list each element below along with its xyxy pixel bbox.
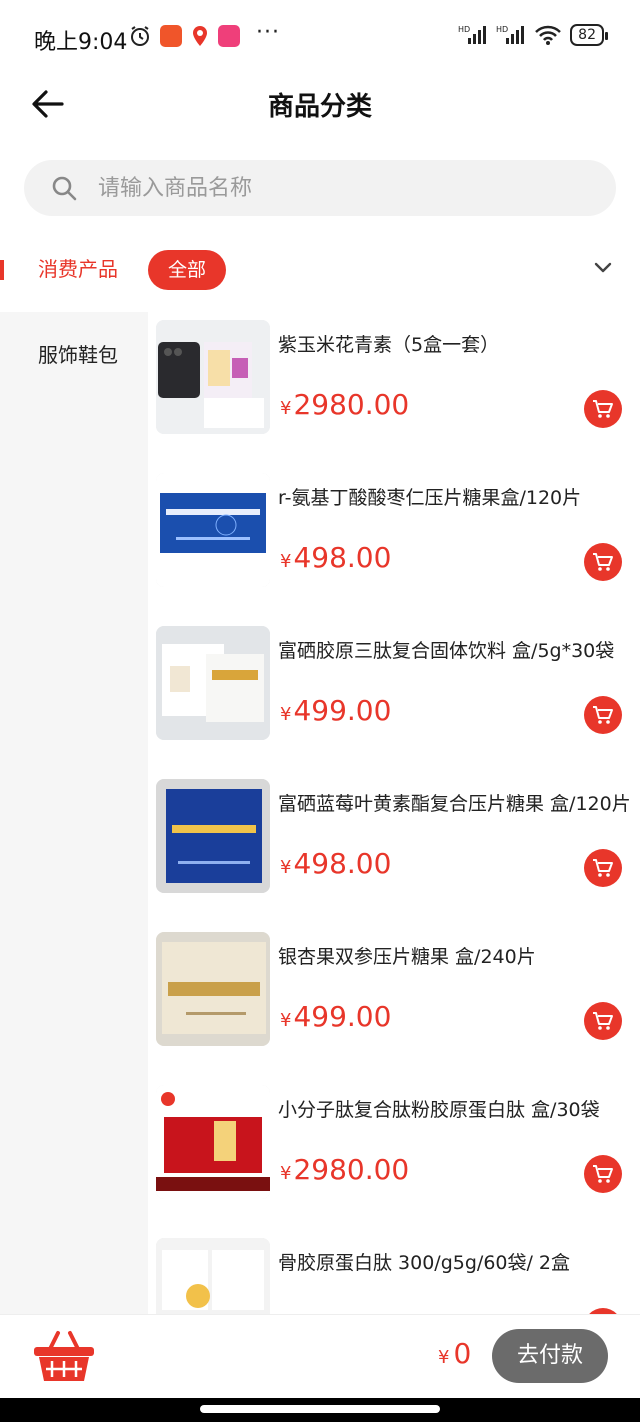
product-price: ¥498.00	[280, 541, 391, 574]
product-name: 富硒蓝莓叶黄素酯复合压片糖果 盒/120片	[278, 793, 631, 815]
add-to-cart-button[interactable]	[584, 390, 622, 428]
add-to-cart-button[interactable]	[584, 1155, 622, 1193]
list-item[interactable]: 富硒胶原三肽复合固体饮料 盒/5g*30袋 ¥499.00	[148, 618, 640, 771]
sidebar-item-apparel-bags[interactable]: 服饰鞋包	[0, 312, 148, 398]
product-name: 富硒胶原三肽复合固体饮料 盒/5g*30袋	[278, 640, 615, 662]
product-name: 银杏果双参压片糖果 盒/240片	[278, 946, 536, 968]
currency-symbol: ¥	[280, 1163, 292, 1184]
filter-row: 全部	[148, 226, 640, 312]
add-to-cart-button[interactable]	[584, 696, 622, 734]
status-system-icons: HD HD 82	[458, 24, 608, 46]
product-image	[156, 932, 270, 1046]
currency-symbol: ¥	[280, 1010, 292, 1031]
price-value: 498.00	[293, 847, 392, 880]
product-name: 小分子肽复合肽粉胶原蛋白肽 盒/30袋	[278, 1099, 600, 1121]
currency-symbol: ¥	[280, 398, 292, 419]
currency-symbol: ¥	[280, 857, 292, 878]
list-item[interactable]: r-氨基丁酸酸枣仁压片糖果盒/120片 ¥498.00	[148, 465, 640, 618]
category-sidebar: 消费产品 服饰鞋包	[0, 226, 148, 1314]
signal-icon-2: HD	[496, 25, 525, 44]
currency-symbol: ¥	[280, 551, 292, 572]
product-price: ¥498.00	[280, 847, 391, 880]
wifi-icon	[535, 25, 562, 45]
price-value: 499.00	[293, 1000, 392, 1033]
cart-icon	[593, 859, 613, 877]
price-value: 2980.00	[293, 388, 410, 421]
list-item[interactable]: 骨胶原蛋白肽 300/g5g/60袋/ 2盒	[148, 1230, 640, 1314]
page-title: 商品分类	[267, 92, 372, 122]
cart-icon	[593, 1012, 613, 1030]
search-input[interactable]	[98, 168, 598, 208]
list-item[interactable]: 富硒蓝莓叶黄素酯复合压片糖果 盒/120片 ¥498.00	[148, 771, 640, 924]
price-value: 2980.00	[293, 1153, 410, 1186]
status-bar: 晚上9:04 ··· HD HD 82	[0, 0, 640, 76]
product-image	[156, 1238, 270, 1314]
signal-label-2: HD	[496, 25, 508, 34]
product-price: ¥499.00	[280, 694, 391, 727]
currency-symbol: ¥	[438, 1347, 450, 1368]
product-image	[156, 779, 270, 893]
shopping-basket-icon[interactable]	[32, 1327, 96, 1385]
product-price: ¥499.00	[280, 1000, 391, 1033]
app-icon-orange	[160, 25, 182, 47]
total-value: 0	[453, 1337, 472, 1370]
list-item[interactable]: 小分子肽复合肽粉胶原蛋白肽 盒/30袋 ¥2980.00	[148, 1077, 640, 1230]
sidebar-item-consumer-products[interactable]: 消费产品	[0, 226, 148, 312]
cart-icon	[593, 553, 613, 571]
product-price: ¥2980.00	[280, 388, 409, 421]
alarm-icon	[131, 26, 149, 46]
product-price: ¥2980.00	[280, 1153, 409, 1186]
list-item[interactable]: 紫玉米花青素（5盒一套） ¥2980.00	[148, 312, 640, 465]
signal-icon: HD	[458, 25, 487, 44]
cart-icon	[593, 706, 613, 724]
product-list: 紫玉米花青素（5盒一套） ¥2980.00 r-氨基丁酸酸枣仁压片糖果盒/120…	[148, 312, 640, 1314]
product-name: 骨胶原蛋白肽 300/g5g/60袋/ 2盒	[278, 1252, 571, 1274]
more-notifications-icon: ···	[256, 20, 280, 45]
checkout-bar: ¥0 去付款	[0, 1314, 640, 1398]
signal-label: HD	[458, 25, 470, 34]
add-to-cart-button[interactable]	[584, 849, 622, 887]
price-value: 499.00	[293, 694, 392, 727]
add-to-cart-button[interactable]	[584, 543, 622, 581]
product-image	[156, 473, 270, 587]
status-time: 晚上9:04	[34, 30, 128, 55]
product-image	[156, 320, 270, 434]
checkout-button[interactable]: 去付款	[492, 1329, 608, 1383]
app-icon-pink	[218, 25, 240, 47]
status-notification-icons	[128, 24, 240, 48]
chevron-down-icon[interactable]	[594, 262, 612, 274]
product-name: 紫玉米花青素（5盒一套）	[278, 334, 500, 356]
gesture-bar	[0, 1398, 640, 1422]
product-image	[156, 1085, 270, 1199]
filter-chip-all[interactable]: 全部	[148, 250, 226, 290]
cart-icon	[593, 1165, 613, 1183]
home-indicator[interactable]	[200, 1405, 440, 1413]
search-bar[interactable]	[24, 160, 616, 216]
top-nav: 商品分类	[0, 76, 640, 132]
currency-symbol: ¥	[280, 704, 292, 725]
product-name: r-氨基丁酸酸枣仁压片糖果盒/120片	[278, 487, 582, 509]
location-pin-icon	[193, 26, 207, 46]
product-image	[156, 626, 270, 740]
list-item[interactable]: 银杏果双参压片糖果 盒/240片 ¥499.00	[148, 924, 640, 1077]
cart-icon	[593, 400, 613, 418]
battery-indicator: 82	[570, 24, 608, 46]
add-to-cart-button[interactable]	[584, 1002, 622, 1040]
price-value: 498.00	[293, 541, 392, 574]
cart-total: ¥0	[438, 1337, 471, 1370]
search-icon	[52, 176, 77, 201]
